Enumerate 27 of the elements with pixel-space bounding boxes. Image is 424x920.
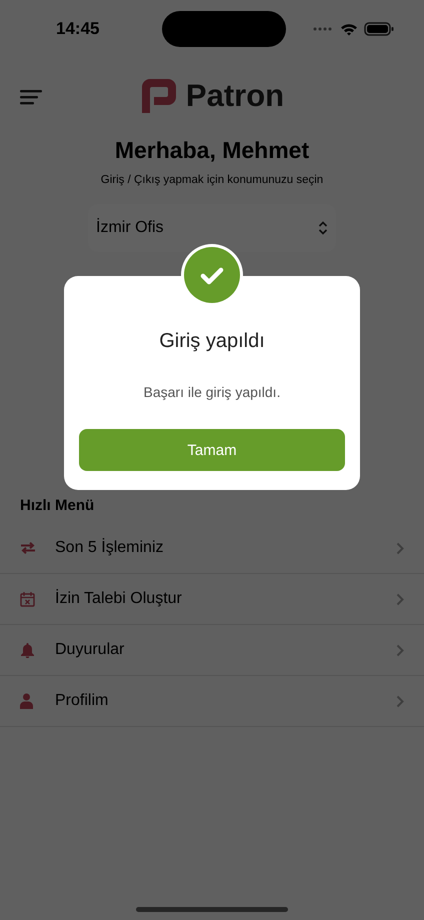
- bell-icon: [20, 642, 35, 658]
- dialog-message: Başarı ile giriş yapıldı.: [144, 384, 280, 400]
- signal-icon: [312, 26, 334, 32]
- battery-icon: [364, 22, 394, 36]
- calendar-x-icon: [20, 591, 35, 607]
- menu-item[interactable]: Son 5 İşleminiz: [0, 523, 424, 574]
- status-time: 14:45: [56, 19, 100, 39]
- chevron-right-icon: [396, 644, 404, 656]
- logo-text: Patron: [186, 78, 284, 114]
- select-value: İzmir Ofis: [96, 219, 164, 237]
- menu-item[interactable]: Profilim: [0, 676, 424, 727]
- chevron-right-icon: [396, 542, 404, 554]
- wifi-icon: [340, 22, 358, 36]
- logo-icon: [140, 77, 178, 115]
- chevron-right-icon: [396, 694, 404, 708]
- greeting-subtitle: Giriş / Çıkış yapmak için konumunuzu seçin: [100, 174, 324, 186]
- chevron-right-icon: [396, 592, 404, 606]
- section-title: Hızlı Menü: [19, 497, 96, 516]
- person-icon: [20, 693, 33, 709]
- chevron-updown-icon: [318, 221, 328, 235]
- menu-item[interactable]: Duyurular: [0, 625, 424, 676]
- arrows-exchange-icon: [20, 542, 36, 554]
- greeting-title: Merhaba, Mehmet: [114, 137, 310, 164]
- menu-item[interactable]: İzin Talebi Oluştur: [0, 574, 424, 625]
- ok-button[interactable]: Tamam: [79, 429, 345, 471]
- menu-icon[interactable]: [20, 89, 42, 105]
- dialog-title: Giriş yapıldı: [159, 330, 265, 353]
